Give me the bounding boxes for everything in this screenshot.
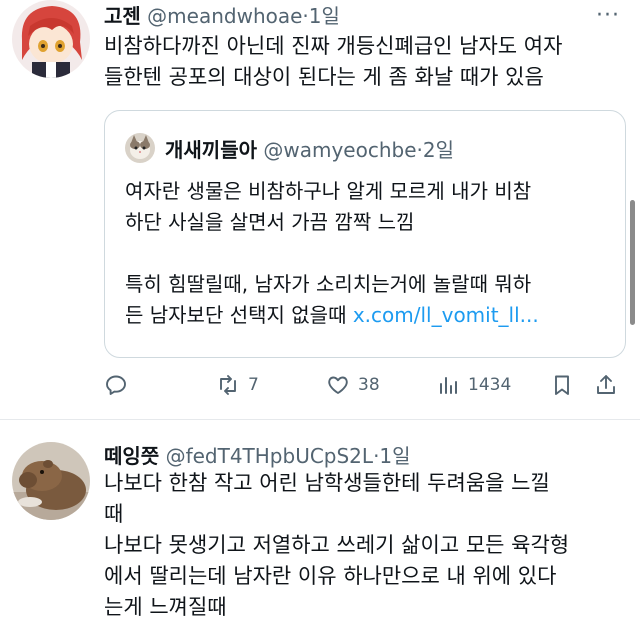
tweet-line: 는게 느껴질때	[104, 595, 227, 619]
tweet-2-text: 나보다 한참 작고 어린 남학생들한테 두려움을 느낄 때 나보다 못생기고 저…	[104, 468, 569, 623]
author-handle[interactable]: @fedT4THpbUCpS2L	[166, 444, 374, 468]
quoted-line: 여자란 생물은 비참하구나 알게 모르게 내가 비참	[125, 179, 532, 203]
quoted-author-name[interactable]: 개새끼들아	[165, 138, 257, 162]
tweet-text: 비참하다까진 아닌데 진짜 개등신폐급인 남자도 여자 들한텐 공포의 대상이 …	[104, 31, 562, 93]
quoted-blank-line	[125, 238, 539, 269]
post-time[interactable]: 1일	[309, 4, 340, 28]
capybara-avatar-image	[12, 442, 90, 520]
retweet-button[interactable]: 7	[216, 370, 259, 400]
share-button[interactable]	[594, 370, 618, 400]
more-options-icon[interactable]: ···	[596, 3, 620, 28]
tweet-line: 들한텐 공포의 대상이 된다는 게 좀 화날 때가 있음	[104, 65, 544, 89]
quoted-line: 든 남자보단 선택지 없을때	[125, 303, 353, 327]
bookmark-button[interactable]	[550, 370, 574, 400]
quoted-tweet[interactable]: 개새끼들아 @wamyeochbe·2일 여자란 생물은 비참하구나 알게 모르…	[104, 110, 626, 358]
scrollbar[interactable]	[630, 200, 635, 325]
quoted-line: 하단 사실을 살면서 가끔 깜짝 느낌	[125, 210, 415, 234]
quoted-text: 여자란 생물은 비참하구나 알게 모르게 내가 비참 하단 사실을 살면서 가끔…	[125, 176, 539, 331]
reply-icon	[106, 375, 126, 395]
retweet-icon	[220, 375, 236, 395]
quoted-header: 개새끼들아 @wamyeochbe·2일	[165, 134, 454, 163]
retweet-count: 7	[248, 375, 259, 395]
avatar-image	[12, 0, 90, 78]
quoted-avatar[interactable]	[125, 133, 155, 163]
post-time[interactable]: 1일	[379, 444, 410, 468]
heart-icon	[328, 376, 348, 394]
quoted-line: 특히 힘딸릴때, 남자가 소리치는거에 놀랄때 뭐하	[125, 272, 532, 296]
tweet-1[interactable]: 고젠 @meandwhoae·1일 ··· 비참하다까진 아닌데 진짜 개등신폐…	[0, 0, 640, 420]
share-icon	[597, 375, 615, 394]
views-count: 1434	[468, 375, 512, 395]
author-handle[interactable]: @meandwhoae	[147, 4, 302, 28]
views-bar-chart-icon	[440, 377, 457, 394]
cat-avatar-image	[125, 133, 155, 163]
tweet-line: 나보다 못생기고 저열하고 쓰레기 삶이고 모든 육각형	[104, 533, 570, 557]
like-button[interactable]: 38	[326, 370, 380, 400]
action-bar: 7 38 1434	[104, 370, 624, 400]
reply-button[interactable]	[104, 370, 128, 400]
quoted-post-time[interactable]: 2일	[423, 138, 454, 162]
avatar[interactable]	[12, 0, 90, 78]
tweet-line: 나보다 한참 작고 어린 남학생들한테 두려움을 느낄	[104, 471, 550, 495]
tweet-header: 떼잉쯧 @fedT4THpbUCpS2L·1일	[104, 440, 411, 469]
quoted-author-handle[interactable]: @wamyeochbe	[263, 138, 416, 162]
author-name[interactable]: 고젠	[104, 4, 141, 28]
avatar[interactable]	[12, 442, 90, 520]
views-button[interactable]: 1434	[436, 370, 511, 400]
tweet-line: 에서 딸리는데 남자란 이유 하나만으로 내 위에 있다	[104, 564, 557, 588]
like-count: 38	[358, 375, 380, 395]
bookmark-icon	[555, 375, 569, 395]
tweet-line: 비참하다까진 아닌데 진짜 개등신폐급인 남자도 여자	[104, 34, 563, 58]
quoted-line-with-link: 든 남자보단 선택지 없을때 x.com/ll_vomit_ll...	[125, 300, 539, 331]
quoted-link[interactable]: x.com/ll_vomit_ll...	[353, 303, 539, 327]
author-name[interactable]: 떼잉쯧	[104, 444, 159, 468]
tweet-header: 고젠 @meandwhoae·1일	[104, 0, 340, 29]
tweet-line: 때	[104, 502, 124, 526]
